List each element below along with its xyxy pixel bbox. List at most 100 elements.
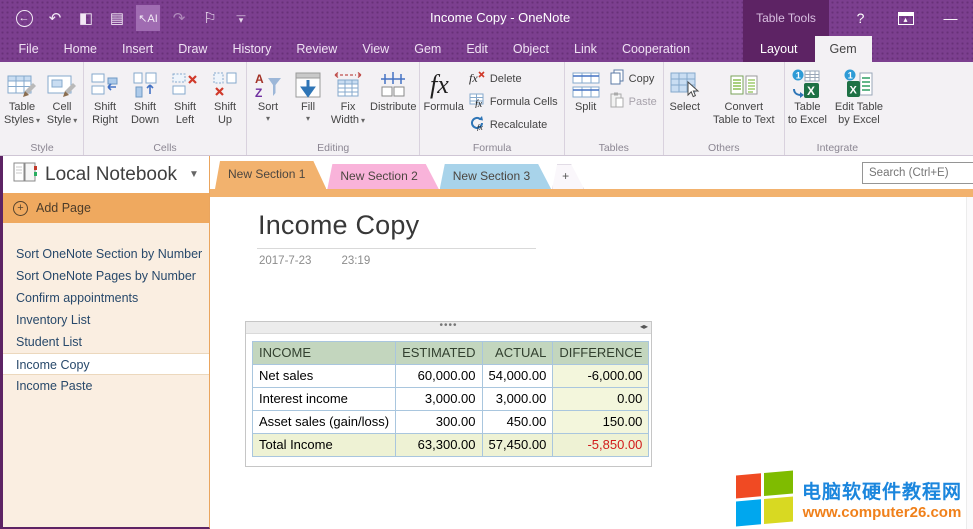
cell-actual[interactable]: 450.00 — [482, 411, 553, 434]
contextual-tabs: Layout Gem — [743, 36, 872, 62]
cell-actual[interactable]: 3,000.00 — [482, 388, 553, 411]
section-tab-3[interactable]: New Section 3 — [440, 164, 551, 189]
page-title[interactable]: Income Copy — [258, 210, 419, 241]
tab-gem[interactable]: Gem — [402, 36, 454, 62]
svg-text:fx: fx — [469, 71, 478, 85]
select-text-icon[interactable]: ↖AI — [136, 5, 160, 31]
cell-actual[interactable]: 57,450.00 — [482, 434, 553, 457]
help-button[interactable]: ? — [838, 0, 883, 36]
col-header-income[interactable]: INCOME — [253, 342, 396, 365]
vertical-scrollbar[interactable] — [966, 197, 973, 529]
cell-difference[interactable]: -6,000.00 — [553, 365, 649, 388]
redo-icon[interactable]: ↷ — [167, 5, 191, 31]
tab-history[interactable]: History — [220, 36, 284, 62]
ribbon-display-options-button[interactable]: ▴ — [883, 0, 928, 36]
page-item[interactable]: Sort OneNote Pages by Number — [0, 265, 209, 287]
cell-style-button[interactable]: Cell Style▾ — [42, 64, 82, 127]
tab-view[interactable]: View — [350, 36, 402, 62]
dropdown-arrow-icon: ▾ — [306, 114, 310, 123]
shift-down-button[interactable]: Shift Down — [125, 64, 165, 127]
page-item[interactable]: Confirm appointments — [0, 287, 209, 309]
group-label-editing: Editing — [247, 142, 419, 154]
cell-estimated[interactable]: 60,000.00 — [396, 365, 482, 388]
notebook-selector[interactable]: Local Notebook ▼ — [0, 156, 209, 193]
paste-button[interactable]: Paste — [606, 90, 662, 113]
shift-right-icon — [90, 68, 120, 101]
add-page-label: Add Page — [36, 201, 91, 215]
shift-right-button[interactable]: Shift Right — [85, 64, 125, 127]
fill-button[interactable]: Fill ▾ — [288, 64, 328, 123]
page-date-row: 2017-7-23 23:19 — [259, 255, 370, 267]
tab-insert[interactable]: Insert — [110, 36, 166, 62]
cell-estimated[interactable]: 3,000.00 — [396, 388, 482, 411]
col-header-difference[interactable]: DIFFERENCE — [553, 342, 649, 365]
add-page-button[interactable]: + Add Page — [0, 193, 209, 223]
button-label: Up — [218, 114, 232, 127]
full-page-view-icon[interactable]: ▤ — [105, 5, 129, 31]
tab-home[interactable]: Home — [51, 36, 109, 62]
convert-table-to-text-button[interactable]: Convert Table to Text — [705, 64, 783, 127]
undo-icon[interactable]: ↶ — [43, 5, 67, 31]
table-to-excel-button[interactable]: 1X Table to Excel — [786, 64, 829, 127]
search-input[interactable] — [863, 167, 973, 179]
sort-icon: AZ — [253, 68, 283, 101]
section-tab-2[interactable]: New Section 2 — [327, 164, 438, 189]
page-item[interactable]: Inventory List — [0, 309, 209, 331]
fix-width-button[interactable]: Fix Width▾ — [328, 64, 368, 127]
section-tab-1[interactable]: New Section 1 — [215, 161, 326, 189]
cell-label[interactable]: Asset sales (gain/loss) — [253, 411, 396, 434]
cell-difference[interactable]: 150.00 — [553, 411, 649, 434]
table-container[interactable]: •••• ◂▸ INCOME ESTIMATED ACTUAL DIFFEREN… — [245, 321, 652, 467]
cell-difference-negative[interactable]: -5,850.00 — [553, 434, 649, 457]
page-item[interactable]: Income Paste — [0, 375, 209, 397]
tab-layout[interactable]: Layout — [743, 36, 815, 62]
cell-label[interactable]: Total Income — [253, 434, 396, 457]
table-header-strip[interactable]: •••• ◂▸ — [246, 322, 651, 334]
page-item[interactable]: Student List — [0, 331, 209, 353]
split-button[interactable]: Split — [566, 64, 606, 114]
edit-table-by-excel-button[interactable]: 1X Edit Table by Excel — [829, 64, 889, 127]
copy-button[interactable]: Copy — [606, 67, 662, 90]
search-box[interactable] — [862, 162, 973, 184]
formula-button[interactable]: fx Formula — [421, 64, 465, 114]
distribute-button[interactable]: Distribute — [368, 64, 418, 114]
shift-left-button[interactable]: Shift Left — [165, 64, 205, 127]
cell-label[interactable]: Interest income — [253, 388, 396, 411]
shift-up-button[interactable]: Shift Up — [205, 64, 245, 127]
recalculate-button[interactable]: fx Recalculate — [466, 113, 563, 136]
svg-text:1: 1 — [796, 70, 801, 80]
sort-button[interactable]: AZ Sort ▾ — [248, 64, 288, 123]
col-header-actual[interactable]: ACTUAL — [482, 342, 553, 365]
tab-gem-active[interactable]: Gem — [815, 36, 872, 62]
tab-review[interactable]: Review — [284, 36, 350, 62]
minimize-button[interactable]: — — [928, 0, 973, 36]
page-item-selected[interactable]: Income Copy — [0, 353, 209, 375]
page-canvas[interactable]: Income Copy 2017-7-23 23:19 •••• ◂▸ I — [210, 197, 973, 529]
cell-estimated[interactable]: 300.00 — [396, 411, 482, 434]
new-section-button[interactable]: + — [552, 164, 584, 189]
tab-file[interactable]: File — [6, 36, 51, 62]
tab-link[interactable]: Link — [562, 36, 610, 62]
cell-estimated[interactable]: 63,300.00 — [396, 434, 482, 457]
button-label: Down — [131, 114, 159, 127]
watermark-text: 电脑软硬件教程网 www.computer26.com — [802, 477, 962, 521]
table-resize-arrows-icon[interactable]: ◂▸ — [640, 322, 648, 331]
tab-draw[interactable]: Draw — [166, 36, 220, 62]
dock-to-desktop-icon[interactable]: ◧ — [74, 5, 98, 31]
delete-formula-button[interactable]: fx Delete — [466, 67, 563, 90]
tab-object[interactable]: Object — [500, 36, 561, 62]
cell-actual[interactable]: 54,000.00 — [482, 365, 553, 388]
page-item[interactable]: Sort OneNote Section by Number — [0, 243, 209, 265]
col-header-estimated[interactable]: ESTIMATED — [396, 342, 482, 365]
table-styles-button[interactable]: Table Styles▾ — [2, 64, 42, 127]
cell-label[interactable]: Net sales — [253, 365, 396, 388]
tab-cooperation[interactable]: Cooperation — [609, 36, 702, 62]
back-icon[interactable]: ← — [12, 5, 36, 31]
customize-qat-icon[interactable]: —▾ — [229, 5, 253, 31]
formula-cells-button[interactable]: fx Formula Cells — [466, 90, 563, 113]
cell-difference[interactable]: 0.00 — [553, 388, 649, 411]
tab-edit[interactable]: Edit — [454, 36, 501, 62]
select-button[interactable]: Select — [665, 64, 705, 114]
pen-mode-icon[interactable]: ⚐ — [198, 5, 222, 31]
table-drag-handle-icon[interactable]: •••• — [246, 320, 651, 331]
